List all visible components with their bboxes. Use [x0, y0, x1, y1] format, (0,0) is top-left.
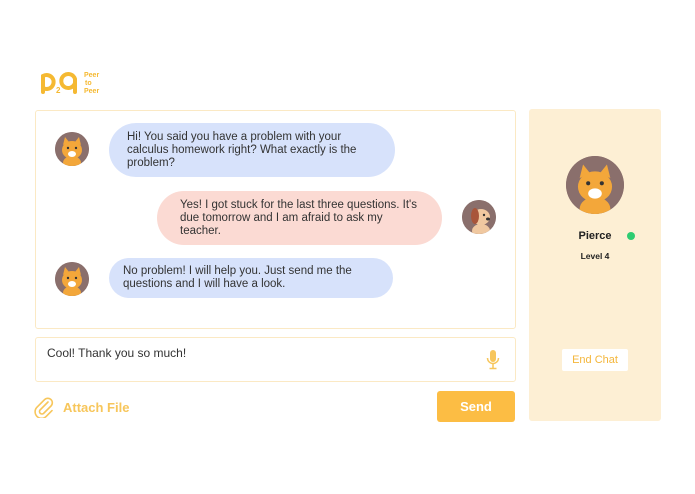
message-text: No problem! I will help you. Just send m… [123, 265, 352, 290]
message-input[interactable] [47, 346, 467, 360]
message-text: Yes! I got stuck for the last three ques… [180, 198, 418, 237]
message-text: Hi! You said you have a problem with you… [127, 130, 357, 169]
paperclip-icon [34, 397, 54, 418]
app-logo: 2 Peer to Peer [40, 70, 110, 98]
logo-tagline: Peer to Peer [84, 72, 99, 96]
end-chat-button[interactable]: End Chat [562, 349, 628, 371]
logo-tag-word: Peer [84, 88, 100, 95]
p2p-logo-icon: 2 [41, 72, 77, 95]
cat-avatar-icon [55, 132, 89, 166]
svg-text:2: 2 [56, 86, 61, 95]
online-status-indicator [627, 232, 635, 240]
logo-tag-word: to [85, 80, 92, 87]
partner-level: Level 4 [580, 251, 610, 261]
logo-tag-word: Peer [84, 72, 100, 79]
message-bubble: Hi! You said you have a problem with you… [109, 123, 395, 177]
attach-file-button[interactable]: Attach File [33, 396, 129, 418]
chat-messages-panel[interactable]: Hi! You said you have a problem with you… [35, 110, 516, 329]
message-bubble: No problem! I will help you. Just send m… [109, 258, 393, 298]
partner-name: Pierce [578, 230, 612, 242]
partner-avatar-icon [566, 156, 624, 214]
cat-avatar-icon [55, 262, 89, 296]
message-bubble: Yes! I got stuck for the last three ques… [157, 191, 442, 245]
microphone-icon[interactable] [486, 349, 500, 371]
message-input-box[interactable] [35, 337, 516, 382]
attach-file-label: Attach File [63, 399, 130, 415]
chat-partner-panel: Pierce Level 4 End Chat [529, 109, 661, 421]
send-button[interactable]: Send [437, 391, 515, 422]
dog-avatar-icon [462, 200, 496, 234]
